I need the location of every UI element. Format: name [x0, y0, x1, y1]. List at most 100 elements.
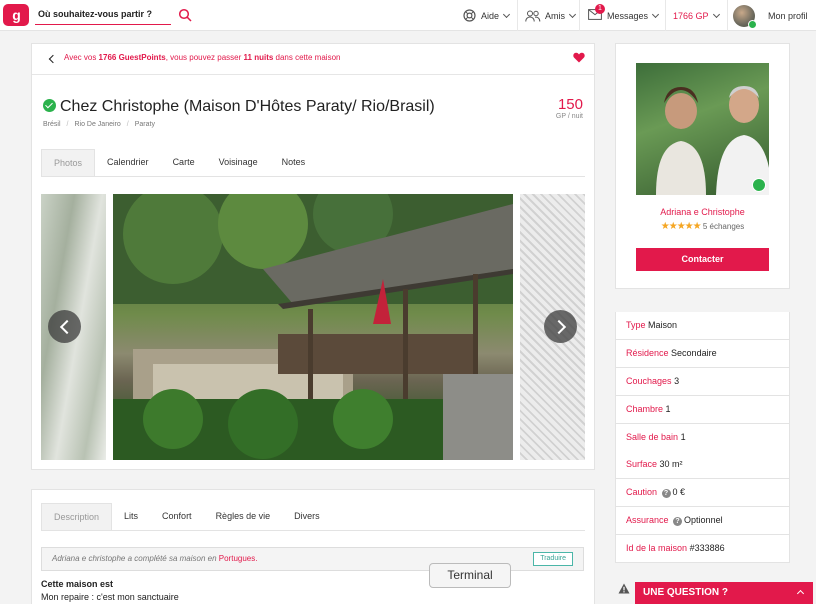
listing-tabs: Photos Calendrier Carte Voisinage Notes: [41, 149, 585, 177]
top-navigation-bar: g Où souhaitez-vous partir ? Aide Amis 1…: [0, 0, 816, 31]
listing-title: Chez Christophe (Maison D'Hôtes Paraty/ …: [43, 98, 435, 116]
contact-button[interactable]: Contacter: [636, 248, 769, 271]
search-input[interactable]: Où souhaitez-vous partir ?: [35, 5, 171, 25]
question-label: UNE QUESTION ?: [643, 587, 729, 598]
property-value: 3: [674, 376, 680, 386]
breadcrumb: Brésil / Rio De Janeiro / Paraty: [43, 121, 155, 128]
alert-points: 1766 GuestPoints: [98, 53, 166, 62]
property-sleeps: Couchages 3: [615, 368, 790, 396]
translation-text: Adriana e christophe a complété sa maiso…: [52, 554, 219, 563]
heart-icon[interactable]: [573, 52, 585, 63]
property-key: Assurance: [626, 515, 669, 525]
price-unit: GP / nuit: [555, 113, 583, 120]
chevron-down-icon: [502, 10, 511, 18]
tab-beds[interactable]: Lits: [112, 503, 150, 530]
profile-label: Mon profil: [768, 10, 808, 21]
breadcrumb-region[interactable]: Rio De Janeiro: [74, 121, 120, 128]
warning-icon[interactable]: [618, 583, 630, 594]
tab-reviews[interactable]: Notes: [270, 149, 318, 176]
property-key: Salle de bain: [626, 432, 679, 442]
question-bar[interactable]: UNE QUESTION ?: [635, 582, 813, 604]
host-portrait: [656, 86, 769, 195]
alert-nights: 11 nuits: [243, 53, 274, 62]
property-value: #333886: [689, 543, 725, 553]
property-value: Secondaire: [671, 348, 717, 358]
tab-misc[interactable]: Divers: [282, 503, 332, 530]
friends-label: Amis: [545, 10, 565, 21]
breadcrumb-city[interactable]: Paraty: [135, 121, 155, 128]
price: 150 GP / nuit: [556, 96, 583, 120]
messages-label: Messages: [607, 10, 649, 21]
friends-icon: [525, 10, 541, 22]
search-icon[interactable]: [178, 8, 192, 22]
property-value: Optionnel: [684, 515, 723, 525]
property-bathrooms: Salle de bain 1: [615, 424, 790, 452]
chevron-down-icon: [712, 10, 720, 18]
property-value: 30 m²: [659, 459, 683, 469]
property-value: 0 €: [672, 487, 686, 497]
guesttoguest-logo[interactable]: g: [3, 4, 29, 26]
breadcrumb-country[interactable]: Brésil: [43, 121, 61, 128]
messages-badge: 1: [595, 4, 605, 14]
property-type: Type Maison: [615, 312, 790, 340]
verified-badge-icon: [748, 19, 757, 29]
property-id: Id de la maison #333886: [615, 535, 790, 563]
host-exchanges: 5 échanges: [702, 222, 745, 231]
tab-map[interactable]: Carte: [161, 149, 207, 176]
carousel-next-button[interactable]: [544, 310, 577, 343]
tab-photos[interactable]: Photos: [41, 149, 96, 176]
tab-calendar[interactable]: Calendrier: [95, 149, 161, 176]
host-photo[interactable]: [636, 63, 769, 195]
description-tabs: Description Lits Confort Règles de vie D…: [41, 503, 585, 531]
verified-check-icon: [43, 99, 56, 112]
guestpoints-menu[interactable]: 1766 GP: [666, 0, 728, 31]
help-icon[interactable]: ?: [661, 489, 671, 498]
property-value: Maison: [648, 320, 678, 330]
help-label: Aide: [481, 10, 500, 21]
property-value: 1: [665, 404, 671, 414]
messages-icon-wrap: 1: [588, 4, 605, 22]
host-rating: ★★★★★ 5 échanges: [615, 221, 790, 232]
property-key: Id de la maison: [626, 543, 688, 553]
terminal-tooltip: Terminal: [429, 563, 511, 588]
property-deposit: Caution ? 0 €: [615, 479, 790, 507]
tab-comfort[interactable]: Confort: [150, 503, 204, 530]
host-verified-icon: [752, 178, 766, 192]
help-icon[interactable]: ?: [673, 517, 683, 526]
chevron-down-icon: [568, 10, 577, 18]
profile-menu[interactable]: Mon profil: [728, 0, 816, 31]
alert-post: dans cette maison: [273, 53, 341, 62]
chevron-up-icon: [796, 589, 805, 598]
logo-text: g: [12, 7, 21, 23]
star-rating-icon: ★★★★★: [660, 221, 702, 232]
carousel-main-photo[interactable]: [113, 194, 513, 460]
translate-button[interactable]: Traduire: [533, 552, 573, 566]
host-name[interactable]: Adriana e Christophe: [615, 207, 790, 217]
property-key: Caution: [626, 487, 658, 497]
carousel-prev-button[interactable]: [48, 310, 81, 343]
property-bedrooms: Chambre 1: [615, 396, 790, 424]
guestpoints-alert: Avec vos 1766 GuestPoints, vous pouvez p…: [32, 44, 594, 75]
property-key: Résidence: [626, 348, 669, 358]
friends-menu[interactable]: Amis: [518, 0, 580, 31]
house-river-photo: [113, 194, 513, 460]
translation-language-link[interactable]: Portugues.: [219, 554, 258, 563]
chevron-down-icon: [651, 10, 660, 18]
guestpoints-label: 1766 GP: [673, 10, 709, 21]
property-key: Chambre: [626, 404, 664, 414]
listing-card: Avec vos 1766 GuestPoints, vous pouvez p…: [31, 43, 595, 470]
description-heading: Cette maison est: [41, 579, 114, 589]
tab-description[interactable]: Description: [41, 503, 113, 530]
tab-house-rules[interactable]: Règles de vie: [204, 503, 283, 530]
property-insurance: Assurance ? Optionnel: [615, 507, 790, 535]
back-arrow-icon[interactable]: [48, 54, 58, 64]
lifebuoy-icon: [463, 9, 476, 22]
tab-neighborhood[interactable]: Voisinage: [207, 149, 270, 176]
help-menu[interactable]: Aide: [455, 0, 518, 31]
alert-text: Avec vos 1766 GuestPoints, vous pouvez p…: [64, 53, 340, 62]
property-value: 1: [680, 432, 686, 442]
alert-pre: Avec vos: [64, 53, 99, 62]
property-key: Couchages: [626, 376, 672, 386]
description-text: Mon repaire : c'est mon sanctuaire: [41, 592, 179, 602]
messages-menu[interactable]: 1 Messages: [580, 0, 666, 31]
